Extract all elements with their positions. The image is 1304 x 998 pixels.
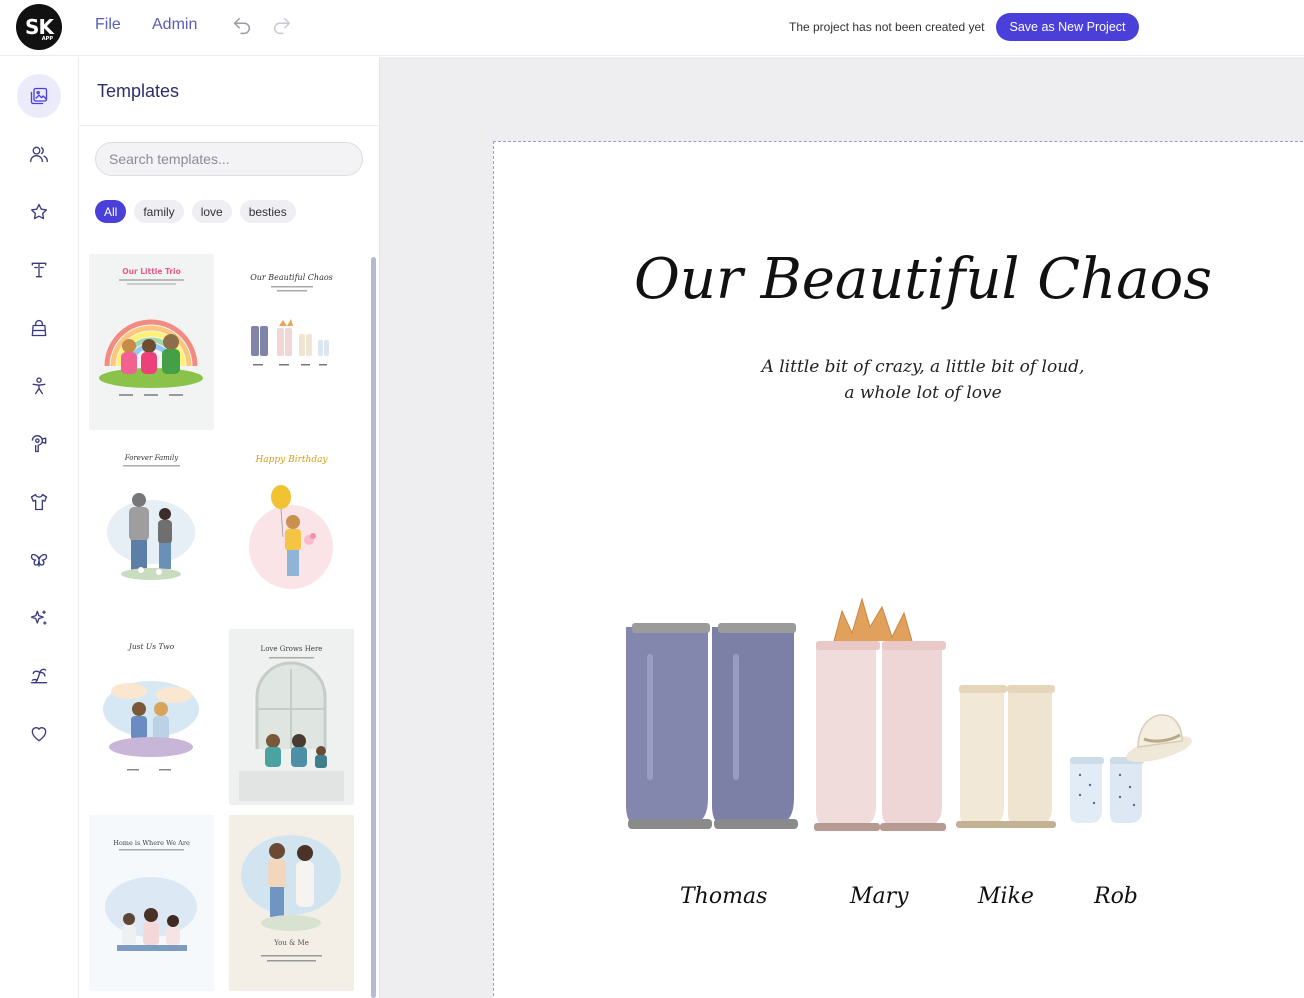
boots-mike	[956, 685, 1056, 828]
file-menu[interactable]: File	[95, 16, 121, 34]
filter-chip-love[interactable]: love	[191, 200, 232, 223]
template-card-forever-family[interactable]: Forever Family	[89, 442, 214, 618]
template-card-our-beautiful-chaos[interactable]: Our Beautiful Chaos	[229, 254, 354, 430]
template-caption: Our Beautiful Chaos	[250, 273, 333, 282]
templates-panel: Templates All family love besties Our Li…	[79, 57, 380, 998]
filter-chip-all[interactable]: All	[95, 200, 127, 223]
template-card-love-grows-here[interactable]: Love Grows Here	[229, 629, 354, 805]
boots-rob	[1070, 714, 1192, 823]
rail-item-characters[interactable]	[17, 364, 61, 408]
rail-item-templates[interactable]	[17, 74, 61, 118]
save-as-new-project-button[interactable]: Save as New Project	[996, 13, 1139, 41]
figure-icon	[32, 377, 46, 395]
project-status-text: The project has not been created yet	[789, 20, 985, 34]
boots-illustration[interactable]	[624, 597, 1204, 867]
template-preview: Just Us Two	[103, 642, 199, 771]
rail-item-clothing[interactable]	[17, 480, 61, 524]
subtitle-line-2: a whole lot of love	[844, 383, 1002, 403]
rail-item-hairstyles[interactable]	[17, 422, 61, 466]
text-icon	[31, 262, 47, 278]
app-logo[interactable]: SK APP	[16, 4, 62, 50]
template-caption: Just Us Two	[127, 642, 175, 651]
sparkle-icon	[30, 610, 47, 625]
rail-item-decorations[interactable]	[17, 538, 61, 582]
filter-chip-family[interactable]: family	[134, 200, 184, 223]
logo-subtext: APP	[41, 36, 53, 42]
template-preview: You & Me	[241, 835, 341, 962]
rail-item-favorites[interactable]	[17, 190, 61, 234]
users-icon	[30, 146, 48, 163]
rail-item-backgrounds[interactable]	[17, 654, 61, 698]
template-caption: Forever Family	[124, 454, 180, 462]
rail-item-people[interactable]	[17, 132, 61, 176]
template-scrollbar[interactable]	[371, 257, 376, 998]
undo-icon[interactable]	[231, 15, 253, 37]
template-caption: Happy Birthday	[254, 455, 328, 465]
template-preview: Our Little Trio	[99, 267, 203, 396]
template-card-home-is-where-we-are[interactable]: Home is Where We Are	[89, 815, 214, 991]
template-preview: Home is Where We Are	[105, 839, 197, 951]
heart-icon	[31, 727, 47, 742]
bag-icon	[31, 319, 47, 337]
template-card-you-and-me[interactable]: You & Me	[229, 815, 354, 991]
image-icon	[30, 87, 48, 105]
rail-item-accessories[interactable]	[17, 306, 61, 350]
design-canvas[interactable]: Our Beautiful Chaos A little bit of craz…	[493, 141, 1304, 998]
star-icon	[31, 203, 47, 220]
template-preview: Forever Family	[107, 454, 195, 580]
canvas-workspace: Our Beautiful Chaos A little bit of craz…	[380, 57, 1304, 998]
rail-item-effects[interactable]	[17, 596, 61, 640]
shirt-icon	[30, 493, 48, 511]
canvas-subtitle[interactable]: A little bit of crazy, a little bit of l…	[694, 354, 1152, 406]
template-caption: Home is Where We Are	[113, 839, 190, 847]
template-card-our-little-trio[interactable]: Our Little Trio	[89, 254, 214, 430]
template-card-just-us-two[interactable]: Just Us Two	[89, 629, 214, 805]
template-caption: You & Me	[273, 939, 309, 947]
top-bar: SK APP File Admin The project has not be…	[0, 0, 1304, 56]
template-caption: Our Little Trio	[122, 267, 181, 276]
redo-icon[interactable]	[271, 15, 293, 37]
template-grid: Our Little Trio Our Beautiful Chaos Fore…	[89, 254, 354, 998]
name-label-rob[interactable]: Rob	[1094, 884, 1138, 909]
rail-item-text[interactable]	[17, 248, 61, 292]
filter-chips: All family love besties	[95, 200, 296, 223]
hairdryer-icon	[31, 435, 47, 453]
panel-divider	[79, 125, 379, 126]
template-caption: Love Grows Here	[261, 645, 323, 653]
subtitle-line-1: A little bit of crazy, a little bit of l…	[761, 357, 1085, 377]
name-label-mike[interactable]: Mike	[978, 884, 1034, 909]
name-label-thomas[interactable]: Thomas	[680, 884, 767, 909]
butterfly-icon	[30, 553, 48, 567]
name-label-mary[interactable]: Mary	[850, 884, 909, 909]
rail-item-love[interactable]	[17, 712, 61, 756]
template-preview: Our Beautiful Chaos	[250, 273, 333, 366]
template-preview: Happy Birthday	[249, 455, 333, 589]
filter-chip-besties[interactable]: besties	[239, 200, 296, 223]
boots-thomas	[626, 623, 798, 829]
template-search-input[interactable]	[95, 142, 363, 176]
template-card-happy-birthday[interactable]: Happy Birthday	[229, 442, 354, 618]
tool-rail	[0, 57, 79, 998]
canvas-title[interactable]: Our Beautiful Chaos	[494, 247, 1304, 312]
boots-mary	[814, 597, 946, 831]
admin-menu[interactable]: Admin	[152, 16, 197, 34]
palm-icon	[30, 668, 48, 684]
panel-title: Templates	[97, 81, 180, 101]
template-preview: Love Grows Here	[239, 645, 344, 801]
